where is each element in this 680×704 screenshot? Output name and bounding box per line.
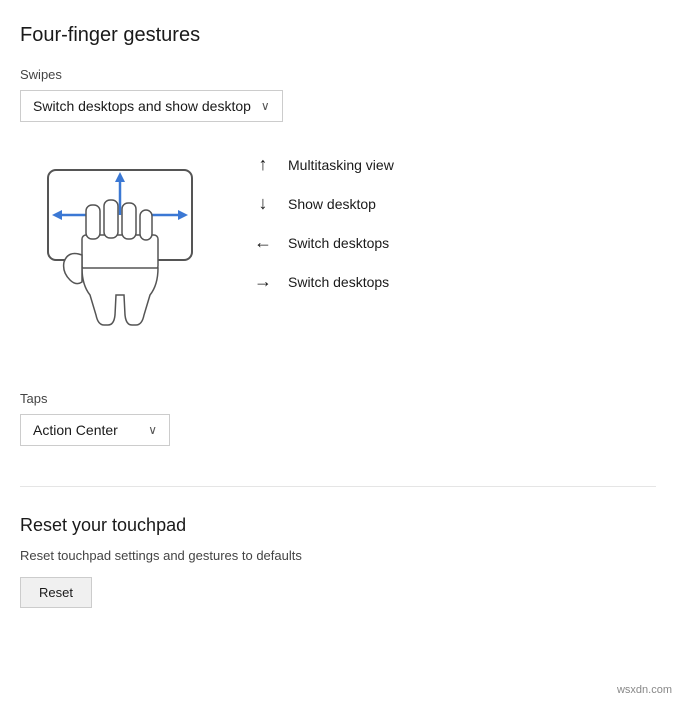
gesture-area: ↑ Multitasking view ↓ Show desktop ← Swi… [20, 150, 656, 373]
up-arrow-icon: ↑ [252, 154, 274, 175]
hand-diagram [20, 150, 220, 373]
swipes-section: Swipes Switch desktops and show desktop … [20, 67, 656, 122]
gesture-label-down: Show desktop [288, 196, 376, 212]
gesture-list: ↑ Multitasking view ↓ Show desktop ← Swi… [252, 150, 394, 292]
swipes-dropdown-chevron-icon: ∨ [261, 99, 270, 113]
reset-description: Reset touchpad settings and gestures to … [20, 548, 656, 563]
gesture-item-left: ← Switch desktops [252, 232, 394, 253]
taps-dropdown[interactable]: Action Center ∨ [20, 414, 170, 446]
gesture-item-down: ↓ Show desktop [252, 193, 394, 214]
taps-section: Taps Action Center ∨ [20, 391, 656, 446]
taps-label: Taps [20, 391, 656, 406]
swipes-dropdown-value: Switch desktops and show desktop [33, 98, 251, 114]
watermark: wsxdn.com [617, 684, 672, 696]
gesture-label-left: Switch desktops [288, 235, 389, 251]
taps-dropdown-value: Action Center [33, 422, 118, 438]
gesture-item-up: ↑ Multitasking view [252, 154, 394, 175]
gesture-label-up: Multitasking view [288, 157, 394, 173]
page-title: Four-finger gestures [20, 24, 656, 47]
down-arrow-icon: ↓ [252, 193, 274, 214]
taps-dropdown-chevron-icon: ∨ [148, 423, 157, 437]
reset-button[interactable]: Reset [20, 577, 92, 608]
swipes-dropdown[interactable]: Switch desktops and show desktop ∨ [20, 90, 283, 122]
right-arrow-icon: → [252, 271, 274, 292]
reset-title: Reset your touchpad [20, 515, 656, 536]
left-arrow-icon: ← [252, 232, 274, 253]
gesture-item-right: → Switch desktops [252, 271, 394, 292]
gesture-label-right: Switch desktops [288, 274, 389, 290]
reset-section: Reset your touchpad Reset touchpad setti… [20, 486, 656, 608]
swipes-label: Swipes [20, 67, 656, 82]
